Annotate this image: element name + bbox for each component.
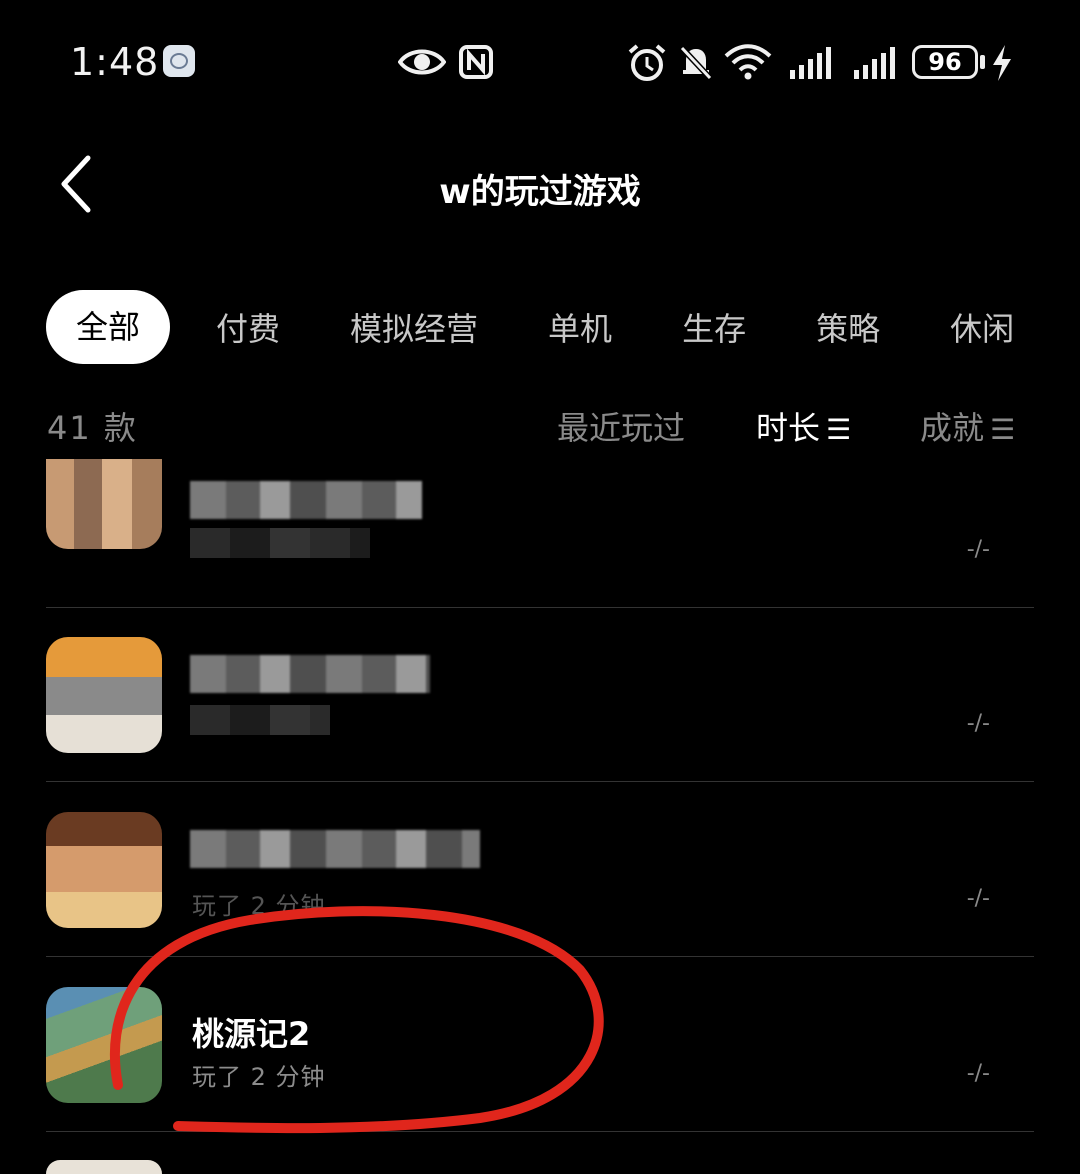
eye-icon <box>398 49 446 75</box>
nfc-icon <box>459 45 493 79</box>
game-subtitle-redacted <box>190 528 370 558</box>
tab-all[interactable]: 全部 <box>46 290 171 364</box>
signal-strength-icon <box>790 47 831 79</box>
game-title-redacted <box>190 830 480 868</box>
wifi-icon <box>724 44 772 80</box>
game-icon <box>46 459 162 549</box>
game-icon <box>46 1160 162 1174</box>
tab-casual[interactable]: 休闲 <box>950 304 1014 350</box>
game-icon <box>46 637 162 753</box>
category-tabs: 全部 付费 模拟经营 单机 生存 策略 休闲 <box>46 290 1080 364</box>
achievement-value: -/- <box>966 537 990 562</box>
tab-single-player[interactable]: 单机 <box>548 304 612 350</box>
game-list-item[interactable]: -/- <box>46 433 1034 608</box>
tab-strategy[interactable]: 策略 <box>816 304 880 350</box>
game-title-redacted <box>190 655 430 693</box>
signal-strength-icon <box>854 47 895 79</box>
battery-level: 96 <box>912 45 978 79</box>
achievement-value: -/- <box>966 886 990 911</box>
charging-bolt-icon <box>993 45 1011 81</box>
achievement-value: -/- <box>966 711 990 736</box>
page-title: w的玩过游戏 <box>439 172 641 212</box>
tab-survival[interactable]: 生存 <box>682 304 746 350</box>
tab-simulation[interactable]: 模拟经营 <box>350 304 478 350</box>
tab-paid[interactable]: 付费 <box>216 304 280 350</box>
battery-tip <box>980 55 985 69</box>
game-title-redacted <box>190 481 422 519</box>
bell-mute-icon <box>679 45 713 81</box>
status-time: 1:48 <box>70 40 160 84</box>
highlight-circle-annotation <box>109 906 604 1134</box>
game-subtitle-redacted <box>190 705 330 735</box>
app-notification-icon <box>163 45 195 77</box>
alarm-icon <box>628 44 666 81</box>
achievement-value: -/- <box>966 1061 990 1086</box>
game-list-item[interactable]: -/- <box>46 607 1034 782</box>
